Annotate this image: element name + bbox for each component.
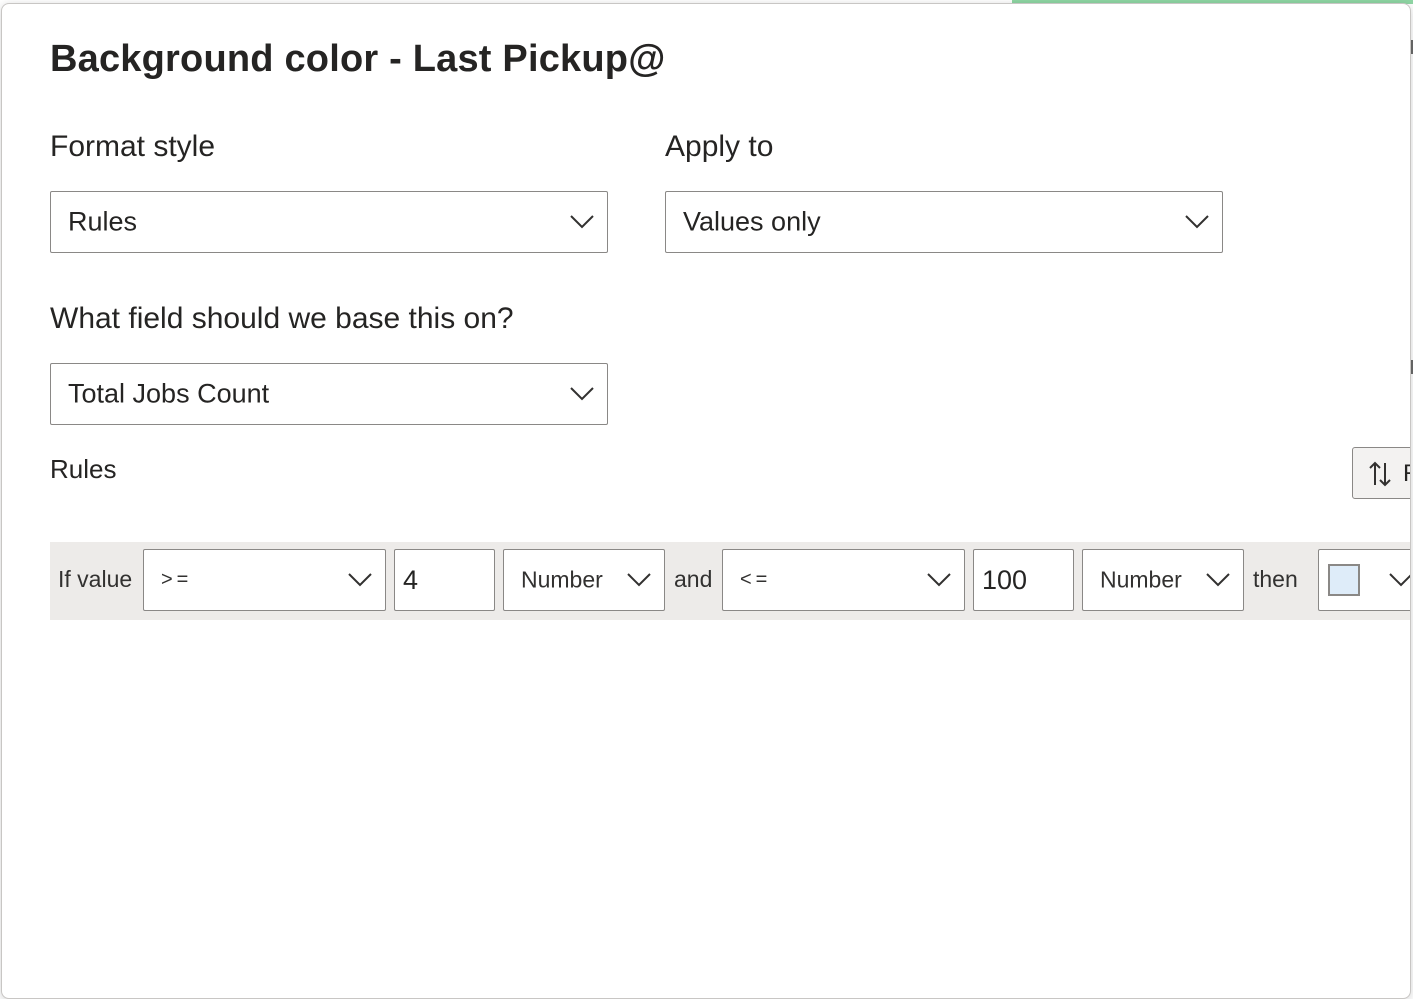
type-1-value: Number [521, 566, 603, 593]
chevron-down-icon [926, 572, 952, 588]
reverse-order-button-label: R [1403, 460, 1410, 488]
format-style-dropdown[interactable]: Rules [50, 191, 608, 253]
type-2-value: Number [1100, 566, 1182, 593]
apply-to-dropdown[interactable]: Values only [665, 191, 1223, 253]
dialog-title: Background color - Last Pickup@ [50, 38, 666, 80]
operator-2-dropdown[interactable]: <= [722, 549, 965, 611]
then-label: then [1253, 566, 1298, 592]
sort-arrows-icon [1368, 460, 1392, 488]
base-field-dropdown[interactable]: Total Jobs Count [50, 363, 608, 425]
operator-2-value: <= [740, 568, 772, 591]
color-picker-dropdown[interactable] [1318, 549, 1410, 611]
chevron-down-icon [626, 572, 652, 588]
if-value-label: If value [58, 566, 133, 592]
value-1-input[interactable] [394, 549, 495, 611]
chevron-down-icon [1388, 572, 1410, 588]
and-label: and [674, 566, 713, 592]
rule-row: If value >= Number and <= Number [50, 542, 1410, 620]
conditional-formatting-dialog: Background color - Last Pickup@ Format s… [1, 3, 1411, 999]
rules-section-label: Rules [50, 454, 117, 484]
type-1-dropdown[interactable]: Number [503, 549, 665, 611]
chevron-down-icon [569, 214, 595, 230]
chevron-down-icon [1205, 572, 1231, 588]
operator-1-dropdown[interactable]: >= [143, 549, 386, 611]
value-2-input[interactable] [973, 549, 1074, 611]
reverse-order-button[interactable]: R [1352, 447, 1410, 499]
type-2-dropdown[interactable]: Number [1082, 549, 1244, 611]
color-swatch [1328, 564, 1360, 596]
apply-to-label: Apply to [665, 130, 774, 163]
base-field-value: Total Jobs Count [68, 378, 270, 409]
operator-1-value: >= [161, 568, 193, 591]
format-style-label: Format style [50, 130, 216, 163]
chevron-down-icon [1184, 214, 1210, 230]
chevron-down-icon [569, 386, 595, 402]
format-style-value: Rules [68, 206, 138, 237]
apply-to-value: Values only [683, 206, 821, 237]
base-field-label: What field should we base this on? [50, 302, 514, 335]
chevron-down-icon [347, 572, 373, 588]
